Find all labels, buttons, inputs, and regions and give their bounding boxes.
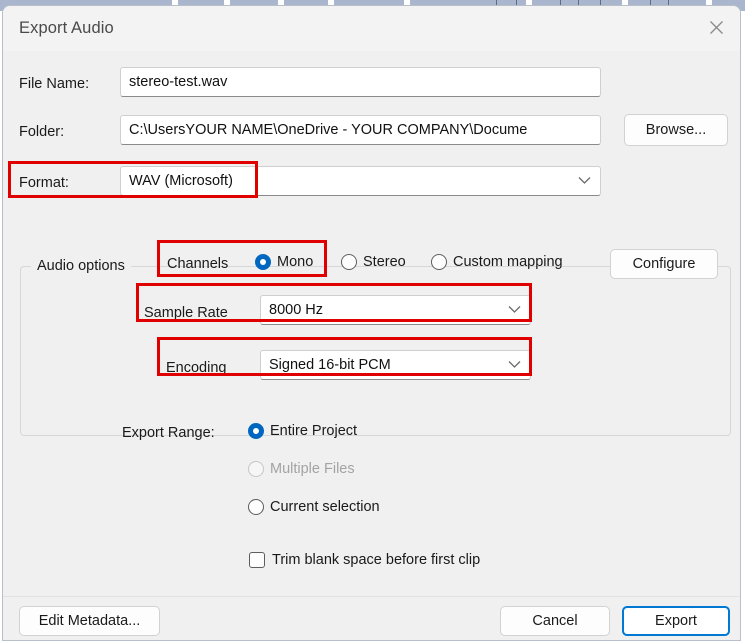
encoding-combobox[interactable]: Signed 16-bit PCM: [260, 350, 531, 380]
radio-indicator: [248, 499, 264, 515]
export-range-label: Export Range:: [122, 425, 215, 441]
file-name-input[interactable]: stereo-test.wav: [120, 67, 601, 97]
dialog-title: Export Audio: [19, 19, 114, 37]
close-icon[interactable]: [694, 6, 738, 48]
trim-blank-space-checkbox[interactable]: Trim blank space before first clip: [249, 552, 480, 568]
radio-indicator: [341, 254, 357, 270]
radio-indicator: [431, 254, 447, 270]
radio-indicator: [248, 423, 264, 439]
cancel-button[interactable]: Cancel: [500, 606, 610, 636]
file-name-label: File Name:: [19, 76, 90, 92]
format-label: Format:: [19, 175, 69, 191]
trim-blank-space-label: Trim blank space before first clip: [272, 552, 481, 568]
chevron-down-icon: [508, 302, 521, 318]
export-range-radio-multiple-files-label: Multiple Files: [270, 461, 355, 477]
browse-button[interactable]: Browse...: [624, 114, 728, 146]
edit-metadata-button[interactable]: Edit Metadata...: [19, 606, 160, 636]
dialog-footer: Edit Metadata... Cancel Export: [3, 596, 740, 640]
export-audio-dialog: Export Audio File Name: stereo-test.wav …: [2, 5, 741, 641]
radio-indicator: [248, 461, 264, 477]
checkbox-indicator: [249, 552, 265, 568]
export-range-radio-current-selection-label: Current selection: [270, 499, 380, 515]
radio-indicator: [255, 254, 271, 270]
format-combobox[interactable]: WAV (Microsoft): [120, 166, 601, 196]
channels-radio-mono[interactable]: Mono: [255, 254, 313, 270]
dialog-body: File Name: stereo-test.wav Folder: C:\Us…: [3, 51, 740, 596]
export-range-radio-entire-project-label: Entire Project: [270, 423, 358, 439]
export-range-radio-entire-project[interactable]: Entire Project: [248, 423, 357, 439]
audio-options-group-label: Audio options: [31, 258, 131, 274]
export-range-radio-current-selection[interactable]: Current selection: [248, 499, 380, 515]
channels-radio-stereo[interactable]: Stereo: [341, 254, 406, 270]
export-button[interactable]: Export: [622, 606, 730, 636]
channels-label: Channels: [167, 256, 229, 272]
chevron-down-icon: [578, 173, 591, 189]
channels-radio-mono-label: Mono: [277, 254, 314, 270]
sample-rate-combobox[interactable]: 8000 Hz: [260, 295, 531, 325]
channels-radio-custom-mapping-label: Custom mapping: [453, 254, 563, 270]
channels-radio-custom-mapping[interactable]: Custom mapping: [431, 254, 563, 270]
encoding-label: Encoding: [166, 360, 227, 376]
channels-radio-stereo-label: Stereo: [363, 254, 406, 270]
encoding-value: Signed 16-bit PCM: [269, 357, 391, 373]
chevron-down-icon: [508, 357, 521, 373]
folder-label: Folder:: [19, 124, 65, 140]
export-range-radio-multiple-files: Multiple Files: [248, 461, 355, 477]
configure-button[interactable]: Configure: [610, 249, 718, 279]
format-value: WAV (Microsoft): [129, 173, 233, 189]
sample-rate-value: 8000 Hz: [269, 302, 324, 318]
folder-input[interactable]: C:\UsersYOUR NAME\OneDrive - YOUR COMPAN…: [120, 115, 601, 145]
sample-rate-label: Sample Rate: [144, 305, 228, 321]
dialog-titlebar: Export Audio: [3, 6, 740, 51]
